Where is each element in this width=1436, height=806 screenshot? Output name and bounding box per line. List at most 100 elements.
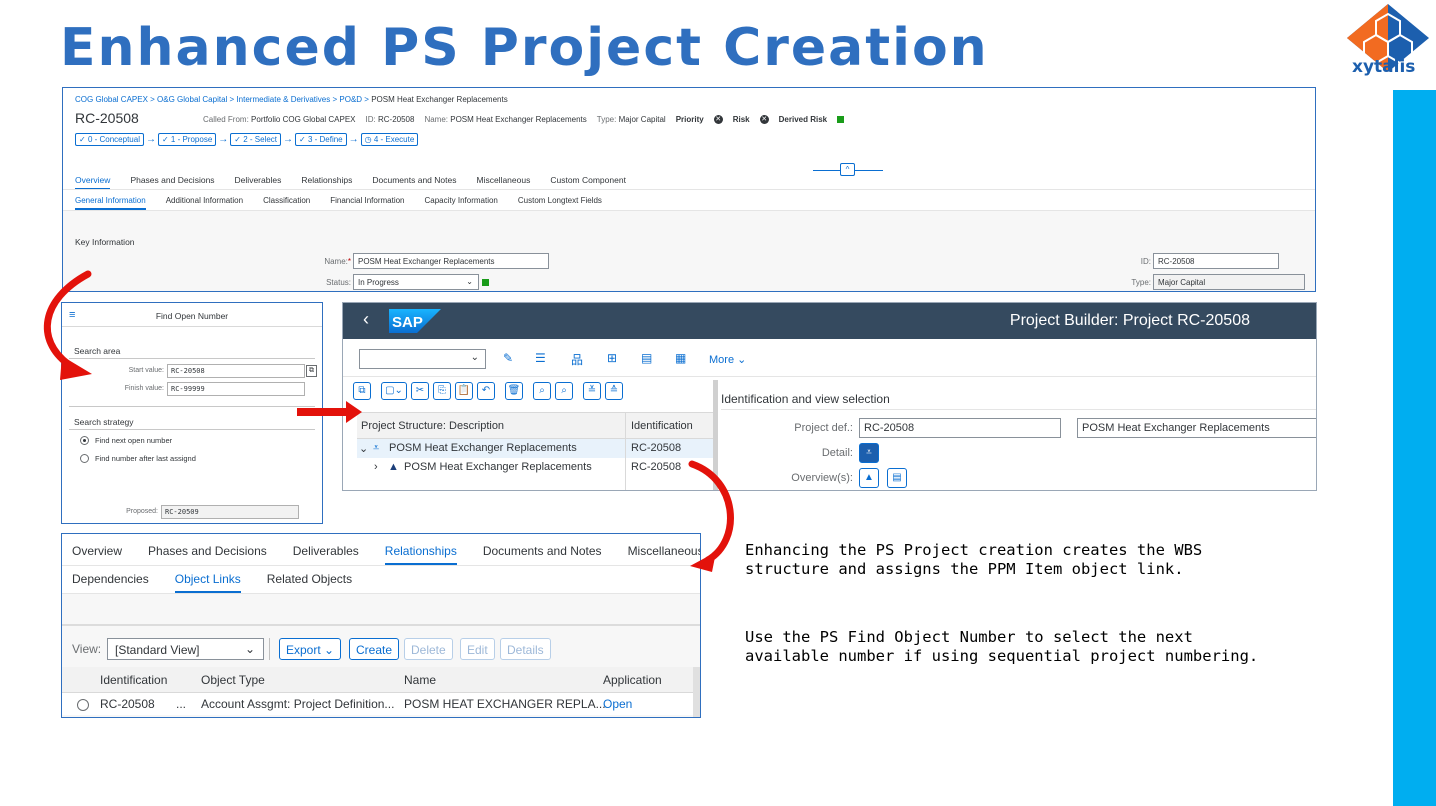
export-button[interactable]: Export ⌄: [279, 638, 342, 660]
vertical-scrollbar[interactable]: [693, 667, 700, 717]
priority-status-icon: ✕: [713, 115, 723, 124]
chevron-right-icon[interactable]: ›: [374, 461, 378, 473]
expand-all-icon[interactable]: ≚: [583, 382, 601, 400]
cut-icon[interactable]: ✂: [411, 382, 429, 400]
arrow-right-icon: →: [348, 134, 359, 145]
project-select[interactable]: ⌄: [359, 349, 486, 369]
start-value-label: Start value:: [128, 367, 164, 374]
subtab-dependencies[interactable]: Dependencies: [72, 572, 149, 593]
collapse-all-icon[interactable]: ≙: [605, 382, 623, 400]
detail-section-title: Identification and view selection: [721, 392, 890, 406]
edit-list-icon[interactable]: ▤: [641, 351, 652, 365]
breadcrumb-item[interactable]: O&G Global Capital: [157, 95, 227, 104]
breadcrumb-sep: >: [362, 95, 372, 104]
breadcrumb-item[interactable]: PO&D: [339, 95, 362, 104]
copy-view-icon[interactable]: ⧉: [353, 382, 371, 400]
project-def-input[interactable]: RC-20508: [859, 418, 1061, 438]
tree-row[interactable]: › ▲ POSM Heat Exchanger Replacements RC-…: [357, 458, 713, 477]
align-icon[interactable]: ☰: [535, 351, 546, 365]
subtab-object-links[interactable]: Object Links: [174, 572, 241, 593]
section-divider: [69, 429, 315, 430]
subtab-classification[interactable]: Classification: [263, 196, 310, 210]
object-links-table-header: Identification Object Type Name Applicat…: [62, 667, 693, 693]
priority-label: Priority: [675, 115, 704, 124]
table-icon[interactable]: ▦: [675, 351, 686, 365]
edit-button[interactable]: Edit: [460, 638, 495, 660]
tab-documents-notes[interactable]: Documents and Notes: [483, 544, 602, 565]
tab-phases-decisions[interactable]: Phases and Decisions: [130, 175, 214, 190]
view-select[interactable]: [Standard View] ⌄: [107, 638, 264, 660]
status-select[interactable]: In Progress ⌄: [353, 274, 479, 290]
subtab-general-information[interactable]: General Information: [75, 196, 146, 210]
search-next-icon[interactable]: ⌕: [555, 382, 573, 400]
phase-define[interactable]: ✓ 3 - Define: [295, 133, 347, 146]
phase-conceptual[interactable]: ✓ 0 - Conceptual: [75, 133, 144, 146]
tab-overview[interactable]: Overview: [72, 544, 122, 565]
tab-relationships[interactable]: Relationships: [301, 175, 352, 190]
proposed-label: Proposed:: [126, 508, 158, 515]
collapse-header-button[interactable]: ^: [840, 163, 855, 176]
column-header-name[interactable]: Name: [404, 673, 436, 687]
column-header-identification[interactable]: Identification: [100, 673, 167, 687]
delete-icon[interactable]: 🗑: [505, 382, 523, 400]
breadcrumb-item[interactable]: Intermediate & Derivatives: [236, 95, 330, 104]
value-help-icon[interactable]: ⧉: [306, 365, 317, 377]
phase-select[interactable]: ✓ 2 - Select: [230, 133, 281, 146]
row-select-radio[interactable]: [77, 699, 89, 711]
undo-icon[interactable]: ↶: [477, 382, 495, 400]
finish-value-input[interactable]: RC-99999: [167, 382, 305, 396]
splitter-handle[interactable]: [713, 380, 718, 490]
more-menu[interactable]: More ⌄: [709, 353, 746, 366]
project-overview-panel: COG Global CAPEX > O&G Global Capital > …: [62, 87, 1316, 292]
back-icon[interactable]: ‹: [363, 309, 369, 330]
list-overview-icon[interactable]: ▤: [887, 468, 907, 488]
paste-icon[interactable]: 📋: [455, 382, 473, 400]
column-header-identification[interactable]: Identification: [631, 420, 693, 432]
wbs-overview-icon[interactable]: ▲: [859, 468, 879, 488]
tab-custom-component[interactable]: Custom Component: [550, 175, 626, 190]
copy-icon[interactable]: ⎘: [433, 382, 451, 400]
magic-wand-icon[interactable]: ✎: [503, 351, 513, 365]
subtab-capacity-information[interactable]: Capacity Information: [425, 196, 498, 210]
structure-icon[interactable]: ⊞: [607, 351, 617, 365]
chevron-down-icon[interactable]: ⌄: [359, 442, 368, 455]
tab-deliverables[interactable]: Deliverables: [235, 175, 282, 190]
name-label: Name:: [424, 115, 449, 124]
create-button[interactable]: Create: [349, 638, 400, 660]
object-id-heading: RC-20508: [75, 110, 139, 126]
create-menu-icon[interactable]: ▢⌄: [381, 382, 407, 400]
search-icon[interactable]: ⌕: [533, 382, 551, 400]
column-header-application[interactable]: Application: [603, 673, 662, 687]
tree-row[interactable]: ⌄ ⩡ POSM Heat Exchanger Replacements RC-…: [357, 439, 713, 458]
hierarchy-icon[interactable]: 品: [571, 351, 583, 368]
subtab-additional-information[interactable]: Additional Information: [166, 196, 243, 210]
subtab-custom-longtext[interactable]: Custom Longtext Fields: [518, 196, 602, 210]
subtab-related-objects[interactable]: Related Objects: [267, 572, 352, 593]
phase-propose[interactable]: ✓ 1 - Propose: [157, 133, 217, 146]
column-header-description[interactable]: Project Structure: Description: [361, 420, 504, 432]
tab-miscellaneous[interactable]: Miscellaneous: [628, 544, 700, 565]
subtab-financial-information[interactable]: Financial Information: [330, 196, 404, 210]
table-row[interactable]: RC-20508 ... Account Assgmt: Project Def…: [62, 693, 693, 715]
details-button[interactable]: Details: [500, 638, 551, 660]
phase-execute[interactable]: ◷ 4 - Execute: [360, 133, 419, 146]
id-field[interactable]: RC-20508: [1153, 253, 1279, 269]
tab-overview[interactable]: Overview: [75, 175, 111, 190]
project-detail-icon[interactable]: ⩡: [859, 443, 879, 463]
tab-documents-notes[interactable]: Documents and Notes: [372, 175, 456, 190]
tab-relationships[interactable]: Relationships: [384, 544, 457, 565]
tab-deliverables[interactable]: Deliverables: [293, 544, 359, 565]
column-header-object-type[interactable]: Object Type: [201, 673, 265, 687]
name-field[interactable]: POSM Heat Exchanger Replacements: [353, 253, 549, 269]
row-object-type: Account Assgmt: Project Definition...: [201, 697, 395, 711]
option-next-open-number[interactable]: Find next open number: [80, 436, 172, 445]
project-def-description[interactable]: POSM Heat Exchanger Replacements: [1077, 418, 1316, 438]
option-after-last-assigned[interactable]: Find number after last assignd: [80, 454, 196, 463]
delete-button[interactable]: Delete: [404, 638, 453, 660]
start-value-input[interactable]: RC-20508: [167, 364, 305, 378]
tab-phases-decisions[interactable]: Phases and Decisions: [148, 544, 267, 565]
arrow-right-icon: →: [145, 134, 156, 145]
tab-miscellaneous[interactable]: Miscellaneous: [476, 175, 530, 190]
open-link[interactable]: Open: [603, 697, 632, 711]
breadcrumb-item[interactable]: COG Global CAPEX: [75, 95, 148, 104]
